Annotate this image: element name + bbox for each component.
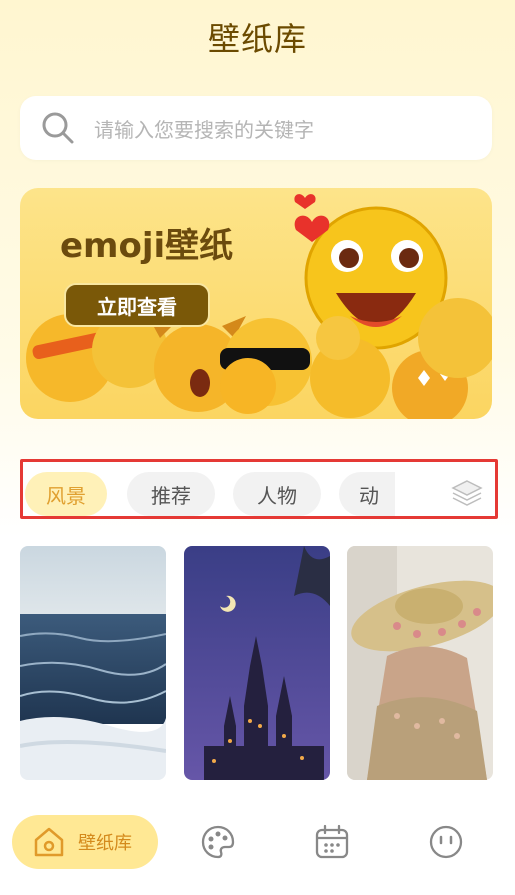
page-title: 壁纸库 <box>207 20 307 58</box>
view-now-button[interactable]: 立即查看 <box>64 283 210 327</box>
palette-icon[interactable] <box>200 824 236 860</box>
category-tabs: 风景 推荐 人物 动 <box>20 459 498 519</box>
nav-home[interactable]: 壁纸库 <box>12 815 158 869</box>
wallpaper-card-hat[interactable] <box>347 546 493 780</box>
wallpaper-card-castle[interactable] <box>184 546 330 780</box>
search-icon <box>42 112 74 144</box>
hat-wallpaper-image <box>347 546 493 780</box>
face-icon[interactable] <box>428 824 464 860</box>
nav-home-label: 壁纸库 <box>78 833 132 854</box>
home-icon <box>34 827 64 857</box>
search-bar[interactable]: 请输入您要搜索的关键字 <box>20 96 492 160</box>
tab-recommended[interactable]: 推荐 <box>127 472 215 516</box>
search-input[interactable]: 请输入您要搜索的关键字 <box>94 114 314 143</box>
castle-wallpaper-image <box>184 546 330 780</box>
tab-dynamic[interactable]: 动 <box>339 472 395 516</box>
tab-people[interactable]: 人物 <box>233 472 321 516</box>
layers-icon[interactable] <box>451 478 483 508</box>
banner-title: emoji壁纸 <box>60 226 234 266</box>
wallpaper-card-ocean[interactable] <box>20 546 166 780</box>
ocean-wallpaper-image <box>20 546 166 780</box>
tab-scenery[interactable]: 风景 <box>25 472 107 516</box>
emoji-banner[interactable]: emoji壁纸 立即查看 <box>20 188 492 419</box>
calendar-icon[interactable] <box>314 824 350 860</box>
bottom-nav: 壁纸库 <box>0 800 515 895</box>
